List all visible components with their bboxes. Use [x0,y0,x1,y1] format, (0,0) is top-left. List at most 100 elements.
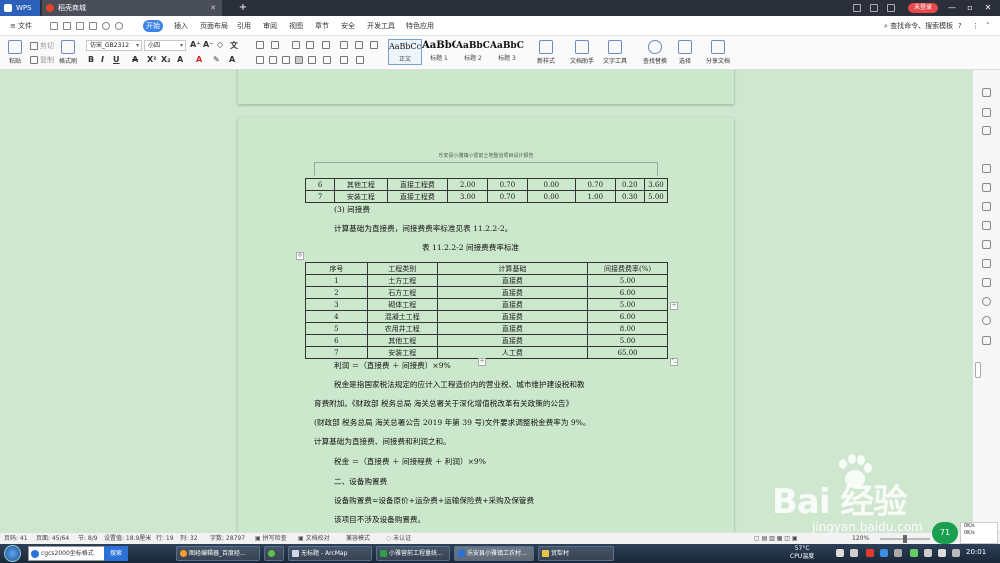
copy-button[interactable]: 复制 [40,55,54,65]
more-tools-icon[interactable] [982,336,991,345]
cpu-temperature[interactable]: 57°C CPU温度 [790,545,814,561]
bullets-icon[interactable] [256,41,264,49]
grow-font-button[interactable]: A⁺ [190,40,200,49]
tab-docer-store[interactable]: 稻壳商城 ✕ [42,0,222,16]
taskbar-search-button[interactable]: 搜索 [104,546,128,561]
image-icon[interactable] [982,259,991,268]
font-size-select[interactable]: 小四 [144,40,186,51]
clipboard-icon[interactable] [982,164,991,173]
vertical-scrollbar-thumb[interactable] [975,362,981,378]
char-border-button[interactable]: A [229,55,235,64]
page-number[interactable]: 页码: 41 [4,534,28,544]
text-effect-button[interactable]: A [177,55,183,64]
sort-icon[interactable] [340,41,348,49]
align-right-icon[interactable] [282,56,290,64]
menu-security[interactable]: 安全 [341,20,355,32]
new-tab-button[interactable]: + [238,0,248,16]
redo-icon[interactable] [115,22,123,30]
clear-format-button[interactable]: ◇ [217,40,223,49]
pen-icon[interactable] [982,88,991,97]
network-icon[interactable] [910,549,918,557]
format-painter-button[interactable]: 格式刷 [56,38,80,65]
skin-icon[interactable] [870,4,878,12]
indirect-rate-table[interactable]: 序号 工程类别 计算基础 间接费费率(%) 1 土方工程 直接费 5.00 2 石方工程… [305,262,668,359]
menu-featured-apps[interactable]: 特色应用 [406,20,434,32]
clock[interactable]: 20:01 [966,548,986,556]
justify-icon[interactable] [295,56,303,64]
task-green-app[interactable] [264,546,284,561]
help-button[interactable]: ? [958,20,962,32]
page-count[interactable]: 页面: 45/64 [36,534,69,544]
align-left-icon[interactable] [256,56,264,64]
phonetic-button[interactable]: 文 [230,40,238,51]
minimize-icon[interactable]: — [946,0,958,16]
task-excel[interactable]: 小雅营前工程量统... [376,546,450,561]
volume-icon[interactable] [938,549,946,557]
style-heading-3[interactable]: AaBbCc 标题 3 [490,39,524,65]
flag-icon[interactable] [924,549,932,557]
task-browser[interactable]: 图经编辑器_百度经... [176,546,260,561]
spell-check-toggle[interactable]: ▣ 拼写检查 [255,534,287,544]
tab-wps-home[interactable]: WPS [0,0,40,16]
select-button[interactable]: 选择 [674,38,696,65]
print-icon[interactable] [76,22,84,30]
table-resize-handle[interactable]: ⤡ [670,358,678,366]
more-icon[interactable]: ⋮ [972,20,979,32]
font-color-button[interactable]: A [196,55,202,64]
shrink-font-button[interactable]: A⁻ [203,40,213,49]
share-panel-icon[interactable] [982,202,991,211]
window-layout-icon[interactable] [853,4,861,12]
border-icon[interactable] [356,56,364,64]
menu-view[interactable]: 视图 [289,20,303,32]
style-normal[interactable]: AaBbCcDd 正文 [388,39,422,65]
star-icon[interactable] [982,183,991,192]
maximize-icon[interactable]: ▫ [964,0,976,16]
table-border-icon[interactable] [370,41,378,49]
history-icon[interactable] [982,297,991,306]
chinese-layout-icon[interactable] [322,41,330,49]
file-menu[interactable]: ≡ 文件 [6,20,36,32]
table-move-handle[interactable]: ✢ [296,252,304,260]
tray-app-icon[interactable] [952,549,960,557]
text-tools-button[interactable]: 文字工具 [600,38,630,65]
command-search[interactable]: ⌕ 查找命令、搜索模板 [884,20,953,32]
new-style-button[interactable]: 新样式 [532,38,560,65]
shading-icon[interactable] [340,56,348,64]
tray-app-icon[interactable] [880,549,888,557]
tray-arrow-icon[interactable] [836,549,844,557]
cost-rate-table-continued[interactable]: 6 其他工程 直接工程费 2.00 0.70 0.00 0.70 0.20 3.… [304,178,669,203]
save-icon[interactable] [50,22,58,30]
menu-chapter[interactable]: 章节 [315,20,329,32]
superscript-button[interactable]: X² [147,55,157,64]
share-doc-button[interactable]: 分享文档 [704,38,732,65]
cut-button[interactable]: 剪切 [40,41,54,51]
doc-assistant-button[interactable]: 文档助手 [568,38,596,65]
login-button[interactable]: 未登录 [908,3,938,13]
menu-review[interactable]: 审阅 [263,20,277,32]
task-folder[interactable]: 贸犁村 [538,546,614,561]
menu-references[interactable]: 引用 [237,20,251,32]
decrease-indent-icon[interactable] [292,41,300,49]
style-heading-2[interactable]: AaBbCcI 标题 2 [456,39,490,65]
target-icon[interactable] [982,278,991,287]
close-tab-icon[interactable]: ✕ [210,0,216,16]
layers-icon[interactable] [982,221,991,230]
underline-button[interactable]: U [113,55,120,64]
start-button[interactable] [4,545,21,562]
increase-indent-icon[interactable] [306,41,314,49]
collapse-ribbon-icon[interactable]: ˄ [986,20,990,32]
add-row-handle[interactable]: + [478,358,486,366]
export-pdf-icon[interactable] [63,22,71,30]
keyboard-icon[interactable] [894,549,902,557]
menu-home[interactable]: 开始 [143,20,163,32]
line-spacing-icon[interactable] [323,56,331,64]
box-icon[interactable] [982,240,991,249]
task-wps-writer[interactable]: 乐安县小雅镇工农村... [454,546,534,561]
numbering-icon[interactable] [271,41,279,49]
italic-button[interactable]: I [101,55,104,64]
align-center-icon[interactable] [269,56,277,64]
highlight-button[interactable]: ✎ [213,55,220,64]
find-replace-button[interactable]: 查找替换 [640,38,670,65]
proofread-toggle[interactable]: ▣ 文档校对 [298,534,330,544]
pointer-icon[interactable] [982,108,991,117]
